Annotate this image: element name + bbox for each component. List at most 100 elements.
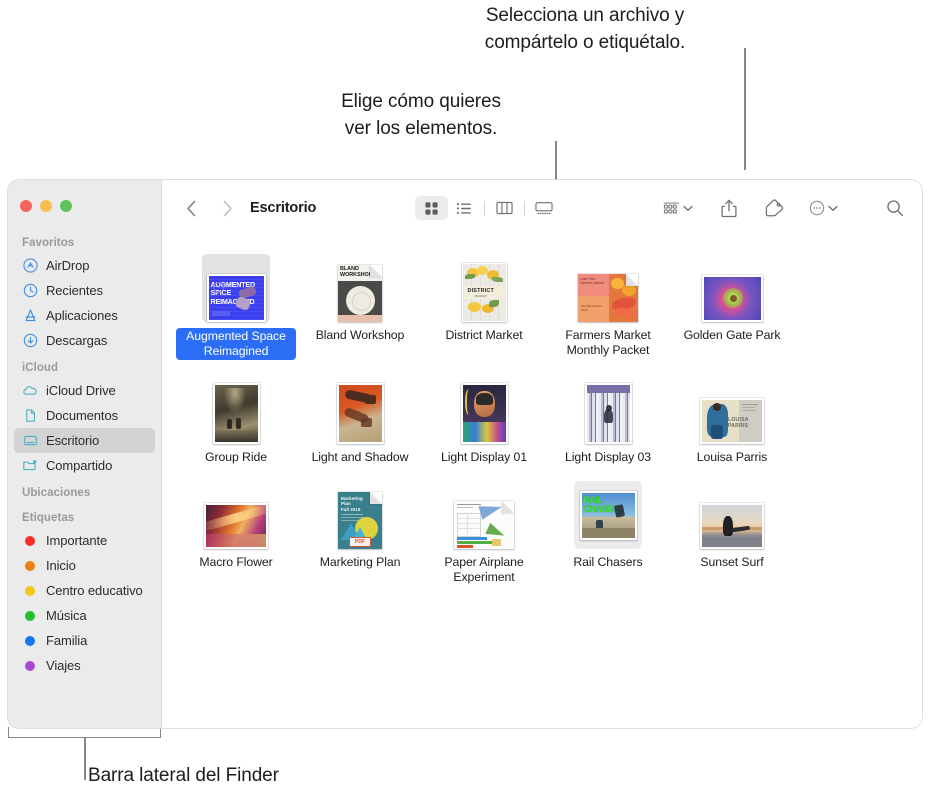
- document-icon: [22, 408, 38, 424]
- file-item[interactable]: Sunset Surf: [670, 473, 794, 585]
- sidebar-section-favoritos: Favoritos: [22, 237, 75, 249]
- sidebar-item-label: Recientes: [46, 283, 103, 298]
- sidebar-item-descargas[interactable]: Descargas: [14, 328, 155, 353]
- column-view-button[interactable]: [488, 196, 521, 220]
- file-item[interactable]: AUGMENTED SPICE REIMAGINED Augmented Space…: [174, 246, 298, 360]
- callout-sidebar-text: Barra lateral del Finder: [88, 765, 279, 786]
- window-traffic-lights: [20, 200, 72, 212]
- sidebar-item-compartido[interactable]: Compartido: [14, 453, 155, 478]
- gallery-view-button[interactable]: [528, 196, 561, 220]
- sidebar-item-escritorio[interactable]: Escritorio: [14, 428, 155, 453]
- sidebar-tag-musica[interactable]: Música: [14, 603, 155, 628]
- callout-share-leader-line: [744, 48, 746, 170]
- file-name: Augmented Space Reimagined: [176, 328, 296, 360]
- file-thumbnail: [450, 376, 518, 444]
- view-mode-segmented-control: [414, 196, 561, 220]
- file-thumbnail: [698, 481, 766, 549]
- sidebar-scroll-area: Favoritos AirDrop Recientes Aplicaciones…: [8, 180, 161, 678]
- file-item[interactable]: Light Display 01: [422, 368, 546, 465]
- file-item[interactable]: LOUISA PARRIS Louisa Parris: [670, 368, 794, 465]
- forward-button[interactable]: [214, 195, 240, 221]
- tag-dot-icon: [25, 635, 35, 646]
- sidebar-item-label: AirDrop: [46, 258, 90, 273]
- file-item[interactable]: Group Ride: [174, 368, 298, 465]
- file-item[interactable]: Light and Shadow: [298, 368, 422, 465]
- file-item[interactable]: RAIL CHASER Rail Chasers: [546, 473, 670, 585]
- sidebar-item-label: Compartido: [46, 458, 113, 473]
- finder-window: Favoritos AirDrop Recientes Aplicaciones…: [8, 180, 922, 728]
- chevron-down-icon: [828, 199, 838, 217]
- file-item[interactable]: DISTRICT MARKET District Market: [422, 246, 546, 360]
- sidebar-item-label: Música: [46, 608, 87, 623]
- group-by-button[interactable]: [659, 195, 697, 221]
- downloads-icon: [22, 333, 38, 349]
- file-name: Golden Gate Park: [683, 328, 781, 342]
- sidebar-tag-familia[interactable]: Familia: [14, 628, 155, 653]
- sidebar-section-icloud: iCloud: [22, 362, 59, 374]
- file-name: Light and Shadow: [311, 450, 409, 464]
- file-name: Rail Chasers: [573, 555, 643, 569]
- file-item[interactable]: Macro Flower: [174, 473, 298, 585]
- file-item[interactable]: Light Display 03: [546, 368, 670, 465]
- sidebar-item-airdrop[interactable]: AirDrop: [14, 253, 155, 278]
- sidebar-item-label: Inicio: [46, 558, 76, 573]
- sidebar-item-recientes[interactable]: Recientes: [14, 278, 155, 303]
- sidebar-tag-importante[interactable]: Importante: [14, 528, 155, 553]
- sidebar-section-etiquetas: Etiquetas: [22, 512, 75, 524]
- finder-toolbar: Escritorio: [162, 180, 922, 236]
- icon-view-button[interactable]: [414, 196, 448, 220]
- file-name: Light Display 03: [565, 450, 651, 464]
- file-item[interactable]: BLAND WORKSHOP Bland Workshop: [298, 246, 422, 360]
- applications-icon: [22, 308, 38, 324]
- file-thumbnail: [698, 254, 766, 322]
- zoom-button[interactable]: [60, 200, 72, 212]
- file-item[interactable]: Paper Airplane Experiment: [422, 473, 546, 585]
- callout-share-tag-text: Selecciona un archivo y compártelo o eti…: [484, 5, 686, 53]
- file-item[interactable]: Marketing Plan Fall 2019 PDF Marketing Pla…: [298, 473, 422, 585]
- file-item[interactable]: Lake Park Farmers Market Monthly Packet 20…: [546, 246, 670, 360]
- search-button[interactable]: [882, 195, 908, 221]
- callout-view-options-text: Elige cómo quieres ver los elementos.: [341, 91, 501, 139]
- sidebar-tag-inicio[interactable]: Inicio: [14, 553, 155, 578]
- file-name: District Market: [445, 328, 523, 342]
- sidebar-tag-viajes[interactable]: Viajes: [14, 653, 155, 678]
- file-thumbnail: BLAND WORKSHOP: [326, 254, 394, 322]
- more-actions-button[interactable]: [805, 195, 842, 221]
- tag-button[interactable]: [761, 195, 789, 221]
- file-name: Group Ride: [205, 450, 267, 464]
- sidebar-item-documentos[interactable]: Documentos: [14, 403, 155, 428]
- sidebar-item-icloud-drive[interactable]: iCloud Drive: [14, 378, 155, 403]
- sidebar-item-label: Familia: [46, 633, 88, 648]
- tag-dot-icon: [25, 535, 35, 546]
- file-name: Paper Airplane Experiment: [444, 555, 524, 584]
- sidebar-item-label: Centro educativo: [46, 583, 143, 598]
- file-thumbnail: DISTRICT MARKET: [450, 254, 518, 322]
- file-grid: AUGMENTED SPICE REIMAGINED Augmented Space…: [162, 236, 922, 728]
- list-view-button[interactable]: [448, 196, 481, 220]
- callout-sidebar-bracket: [8, 727, 161, 738]
- sidebar-item-label: iCloud Drive: [46, 383, 116, 398]
- sidebar-item-label: Escritorio: [46, 433, 100, 448]
- file-item[interactable]: Golden Gate Park: [670, 246, 794, 360]
- file-thumbnail: [326, 376, 394, 444]
- file-name: Macro Flower: [199, 555, 273, 569]
- file-name: Farmers Market Monthly Packet: [565, 328, 651, 357]
- sidebar-item-label: Importante: [46, 533, 108, 548]
- finder-sidebar: Favoritos AirDrop Recientes Aplicaciones…: [8, 180, 162, 728]
- close-button[interactable]: [20, 200, 32, 212]
- path-title: Escritorio: [250, 200, 317, 216]
- sidebar-item-label: Aplicaciones: [46, 308, 118, 323]
- share-button[interactable]: [717, 195, 741, 221]
- finder-main-area: Escritorio AUGMENTED SPICE REIMAGINED Au…: [162, 180, 922, 728]
- file-thumbnail: AUGMENTED SPICE REIMAGINED: [202, 254, 270, 322]
- back-button[interactable]: [178, 195, 204, 221]
- clock-icon: [22, 283, 38, 299]
- sidebar-item-aplicaciones[interactable]: Aplicaciones: [14, 303, 155, 328]
- file-thumbnail: [202, 481, 270, 549]
- minimize-button[interactable]: [40, 200, 52, 212]
- file-name: Marketing Plan: [319, 555, 401, 569]
- shared-folder-icon: [22, 458, 38, 474]
- callout-sidebar-leader-line: [84, 738, 86, 780]
- sidebar-tag-centro-educativo[interactable]: Centro educativo: [14, 578, 155, 603]
- segmented-divider: [483, 200, 485, 216]
